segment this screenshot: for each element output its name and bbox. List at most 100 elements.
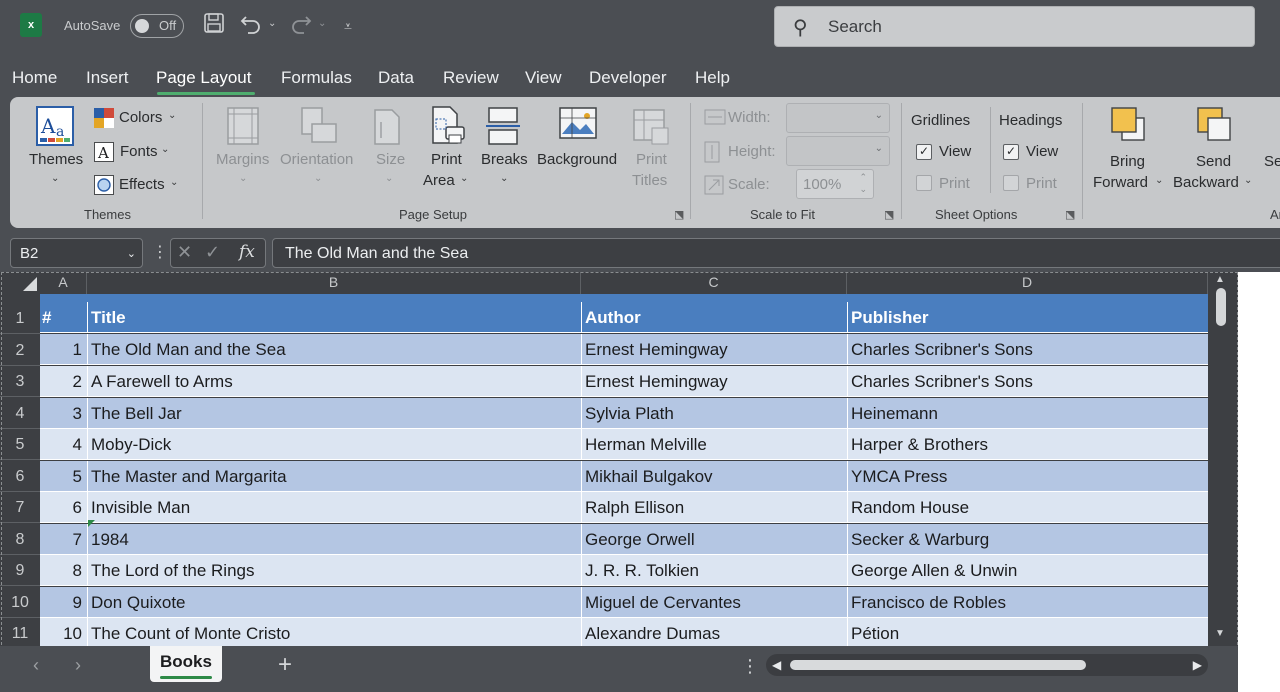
- cell-publisher[interactable]: Charles Scribner's Sons: [847, 334, 1208, 365]
- cell-num[interactable]: 5: [40, 461, 86, 491]
- cell-publisher[interactable]: Heinemann: [847, 397, 1208, 428]
- size-icon[interactable]: [372, 108, 402, 151]
- redo-icon[interactable]: [290, 12, 312, 42]
- cell-title[interactable]: Don Quixote: [87, 586, 579, 617]
- customize-toolbar-icon[interactable]: ⩡: [344, 12, 352, 40]
- page-setup-launcher-icon[interactable]: ⬔: [674, 208, 684, 221]
- row-header[interactable]: 2: [0, 335, 40, 366]
- formula-input[interactable]: The Old Man and the Sea: [272, 238, 1280, 268]
- cell-title[interactable]: Invisible Man: [87, 492, 579, 523]
- size-dropdown-icon[interactable]: ⌄: [385, 173, 393, 184]
- scroll-up-icon[interactable]: ▲: [1215, 274, 1225, 285]
- cell-num[interactable]: 2: [40, 366, 86, 396]
- print-area-dropdown-icon[interactable]: ⌄: [460, 173, 468, 184]
- scale-spinner[interactable]: 100% ⌃ ⌄: [796, 169, 874, 199]
- save-icon[interactable]: [203, 12, 225, 42]
- tab-data[interactable]: Data: [378, 68, 414, 88]
- bring-forward-icon[interactable]: [1110, 106, 1148, 149]
- tab-home[interactable]: Home: [12, 68, 57, 88]
- cell-author[interactable]: Ernest Hemingway: [581, 366, 847, 397]
- row-header[interactable]: 8: [0, 524, 40, 555]
- cell-publisher[interactable]: Harper & Brothers: [847, 429, 1208, 460]
- gridlines-view-label[interactable]: View: [939, 143, 971, 160]
- cell-publisher[interactable]: Secker & Warburg: [847, 523, 1208, 554]
- horizontal-scrollbar[interactable]: ◀ ▶: [766, 654, 1208, 676]
- cell-title[interactable]: 1984: [87, 523, 579, 554]
- error-indicator-icon[interactable]: [88, 520, 95, 527]
- more-sheets-icon[interactable]: ⋮: [741, 656, 759, 677]
- bring-forward-dropdown-icon[interactable]: ⌄: [1155, 175, 1163, 186]
- row-header[interactable]: 10: [0, 587, 40, 618]
- search-box[interactable]: ⚲ Search: [774, 6, 1255, 47]
- headings-view-label[interactable]: View: [1026, 143, 1058, 160]
- cancel-icon[interactable]: ✕: [177, 242, 192, 263]
- print-area-icon[interactable]: [430, 105, 466, 152]
- colors-button[interactable]: Colors: [119, 109, 162, 126]
- worksheet-grid[interactable]: A B C D 1 2 3 4 5 6 7 8 9 10 11 # Title …: [0, 272, 1238, 646]
- scroll-down-icon[interactable]: ▼: [1215, 628, 1225, 639]
- effects-dropdown-icon[interactable]: ⌄: [170, 177, 178, 188]
- next-sheet-icon[interactable]: ›: [75, 655, 81, 676]
- themes-icon[interactable]: Aa: [36, 106, 74, 151]
- cell-publisher[interactable]: George Allen & Unwin: [847, 555, 1208, 586]
- margins-button[interactable]: Margins: [216, 151, 269, 168]
- row-header[interactable]: 4: [0, 398, 40, 429]
- fonts-dropdown-icon[interactable]: ⌄: [161, 144, 169, 155]
- sheet-options-launcher-icon[interactable]: ⬔: [1065, 208, 1075, 221]
- tab-help[interactable]: Help: [695, 68, 730, 88]
- effects-button[interactable]: Effects: [119, 176, 165, 193]
- orientation-icon[interactable]: [298, 106, 338, 151]
- orientation-dropdown-icon[interactable]: ⌄: [314, 173, 322, 184]
- vertical-scroll-thumb[interactable]: [1216, 288, 1226, 326]
- cell-title[interactable]: The Bell Jar: [87, 397, 579, 428]
- send-backward-dropdown-icon[interactable]: ⌄: [1244, 175, 1252, 186]
- redo-dropdown-icon[interactable]: ⌄: [318, 18, 326, 29]
- background-icon[interactable]: [558, 106, 598, 147]
- scale-to-fit-launcher-icon[interactable]: ⬔: [884, 208, 894, 221]
- gridlines-view-checkbox[interactable]: ✓: [916, 144, 932, 160]
- cell-author[interactable]: Herman Melville: [581, 429, 847, 460]
- cell-author[interactable]: Ralph Ellison: [581, 492, 847, 523]
- chevron-down-icon[interactable]: ⌄: [127, 247, 136, 260]
- header-cell-author[interactable]: Author: [581, 302, 847, 333]
- header-cell-publisher[interactable]: Publisher: [847, 302, 1208, 333]
- breaks-dropdown-icon[interactable]: ⌄: [500, 173, 508, 184]
- width-dropdown[interactable]: ⌄: [786, 103, 890, 133]
- themes-dropdown-icon[interactable]: ⌄: [51, 173, 59, 184]
- row-header[interactable]: 9: [0, 555, 40, 586]
- row-header[interactable]: 7: [0, 492, 40, 523]
- spinner-arrows-icon[interactable]: ⌃ ⌄: [859, 171, 867, 195]
- print-area-label-line2[interactable]: Area: [423, 172, 455, 189]
- cell-num[interactable]: 10: [40, 618, 86, 646]
- cell-title[interactable]: A Farewell to Arms: [87, 366, 579, 397]
- cell-publisher[interactable]: Pétion: [847, 618, 1208, 646]
- height-dropdown[interactable]: ⌄: [786, 136, 890, 166]
- column-header-d[interactable]: D: [847, 272, 1208, 294]
- gridlines-print-checkbox[interactable]: [916, 175, 932, 191]
- breaks-icon[interactable]: [486, 106, 520, 151]
- insert-function-icon[interactable]: fx: [239, 242, 255, 262]
- bring-forward-label-line1[interactable]: Bring: [1110, 153, 1145, 170]
- orientation-button[interactable]: Orientation: [280, 151, 353, 168]
- headings-view-checkbox[interactable]: ✓: [1003, 144, 1019, 160]
- background-button[interactable]: Background: [537, 151, 617, 168]
- row-header[interactable]: 6: [0, 461, 40, 492]
- undo-dropdown-icon[interactable]: ⌄: [268, 18, 276, 29]
- cell-author[interactable]: Miguel de Cervantes: [581, 586, 847, 617]
- selection-pane-label-partial[interactable]: Se: [1264, 153, 1280, 170]
- cell-author[interactable]: Mikhail Bulgakov: [581, 460, 847, 491]
- gridlines-print-label[interactable]: Print: [939, 175, 970, 192]
- colors-dropdown-icon[interactable]: ⌄: [168, 110, 176, 121]
- cell-author[interactable]: J. R. R. Tolkien: [581, 555, 847, 586]
- print-area-label-line1[interactable]: Print: [431, 151, 462, 168]
- margins-icon[interactable]: [226, 106, 260, 151]
- row-header[interactable]: 5: [0, 429, 40, 460]
- themes-label[interactable]: Themes: [29, 151, 83, 168]
- prev-sheet-icon[interactable]: ‹: [33, 655, 39, 676]
- cell-publisher[interactable]: YMCA Press: [847, 460, 1208, 491]
- cell-num[interactable]: 9: [40, 587, 86, 617]
- fonts-button[interactable]: Fonts: [120, 143, 158, 160]
- add-sheet-icon[interactable]: +: [278, 651, 292, 679]
- tab-developer[interactable]: Developer: [589, 68, 667, 88]
- bring-forward-label-line2[interactable]: Forward: [1093, 174, 1148, 191]
